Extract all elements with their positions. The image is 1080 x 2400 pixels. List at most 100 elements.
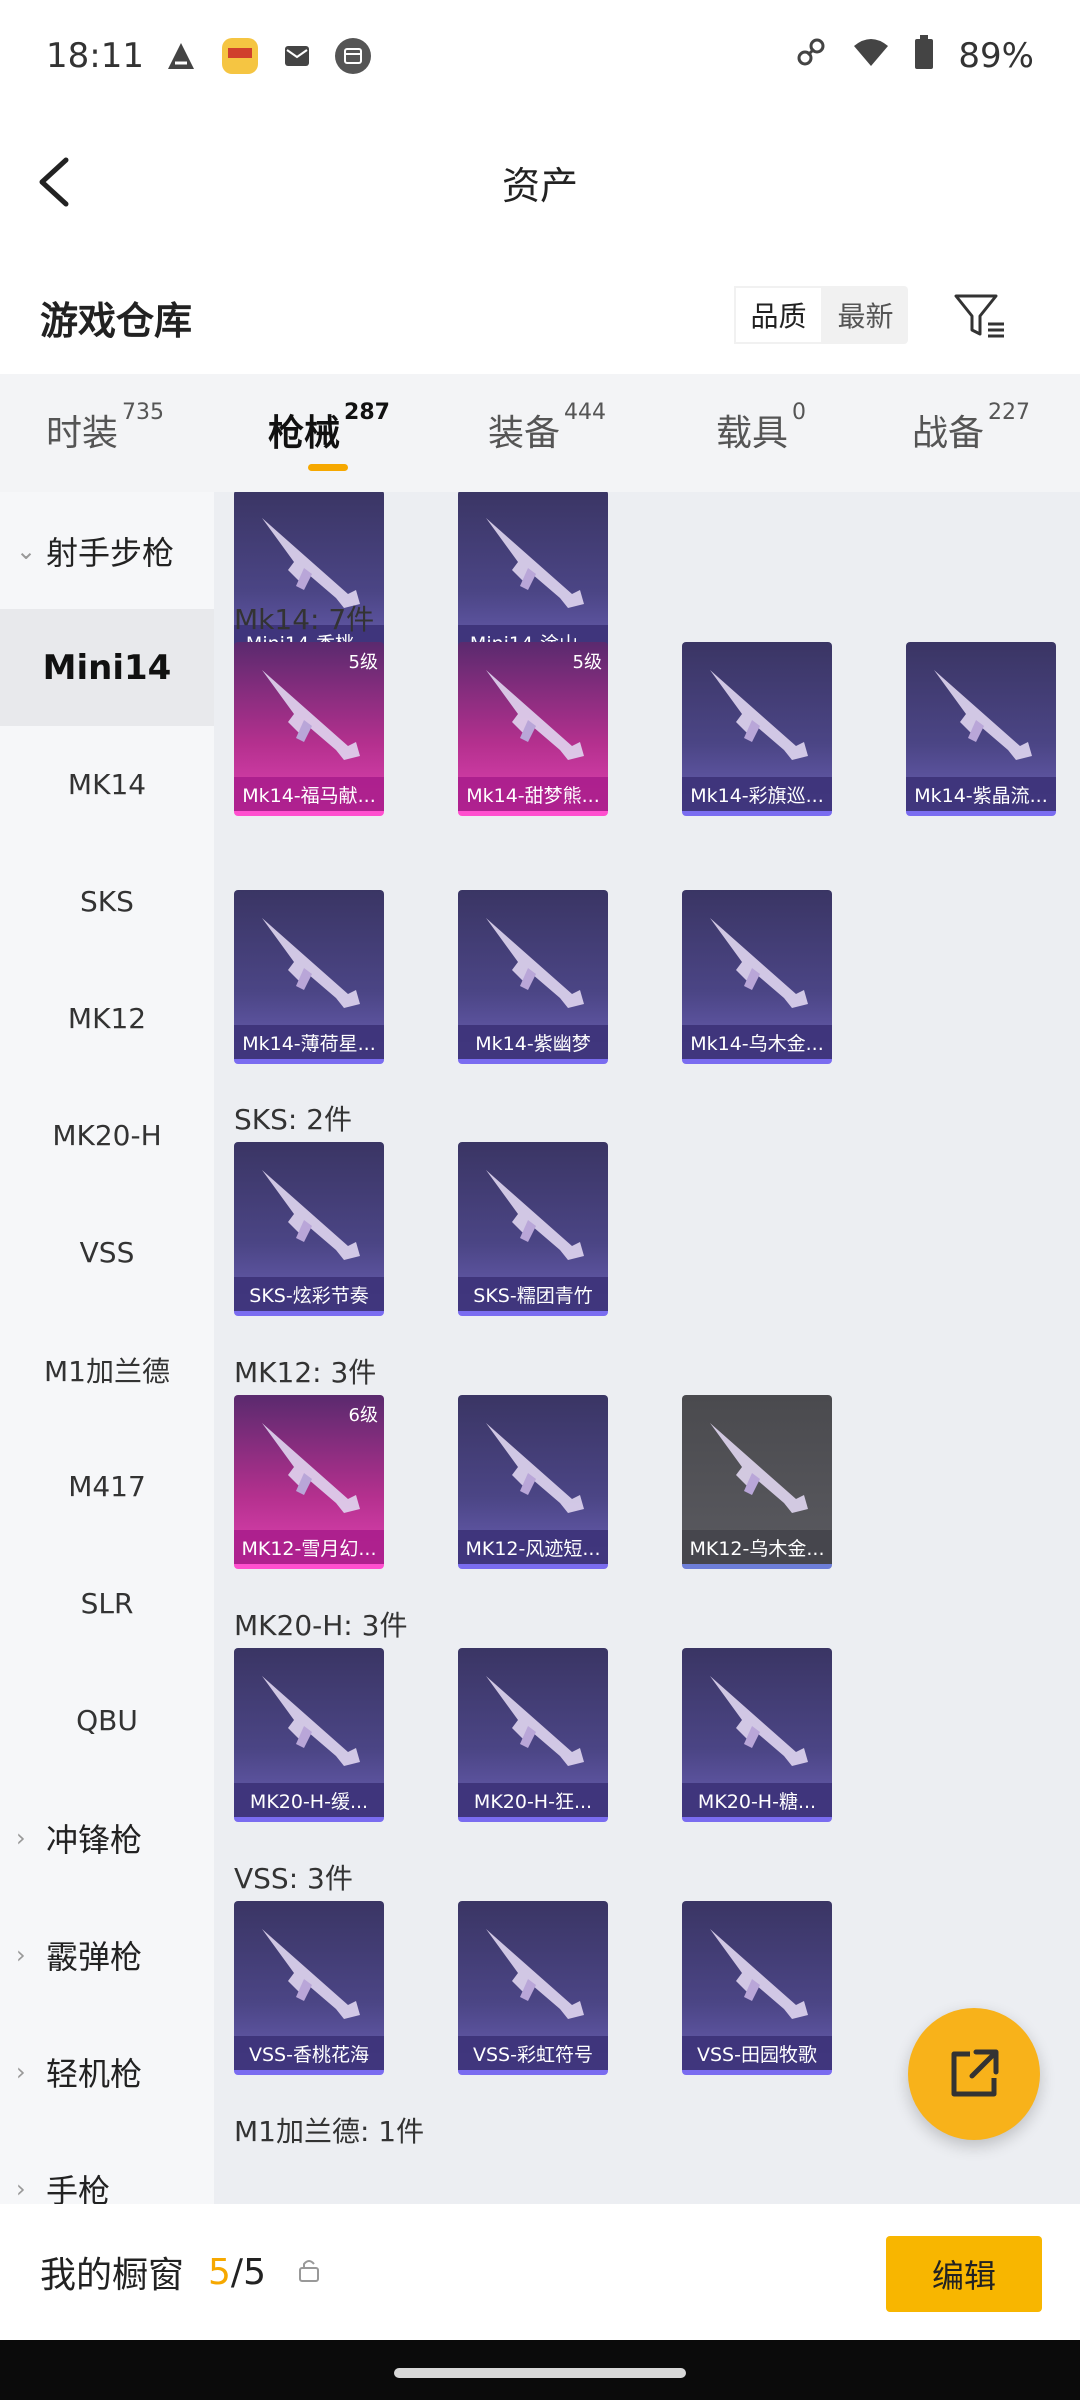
weapon-skin-name: MK12-雪月幻... xyxy=(234,1530,384,1564)
rifle-icon xyxy=(262,1423,360,1513)
tab-guns[interactable]: 枪械287 xyxy=(268,400,390,456)
weapon-skin-name: Mk14-甜梦熊... xyxy=(458,777,608,811)
tab-label: 装备 xyxy=(488,413,561,454)
chevron-right-icon: › xyxy=(16,1940,26,1969)
weapon-skin-card[interactable]: 5级 Mk14-甜梦熊... xyxy=(458,642,608,816)
sidebar-item-label: M417 xyxy=(68,1470,146,1503)
weapon-skin-name: SKS-炫彩节奏 xyxy=(234,1277,384,1311)
external-link-icon xyxy=(951,2049,999,2097)
weapon-skin-card[interactable]: MK12-风迹短... xyxy=(458,1395,608,1569)
sidebar-item-m417[interactable]: M417 xyxy=(0,1428,214,1545)
sidebar-item-label: 霰弹枪 xyxy=(46,1937,143,1976)
tab-fashion[interactable]: 时装735 xyxy=(46,400,164,456)
weapon-skin-card[interactable]: MK12-乌木金... xyxy=(682,1395,832,1569)
rifle-icon xyxy=(710,1423,808,1513)
sidebar-item-qbu[interactable]: QBU xyxy=(0,1662,214,1779)
rifle-icon xyxy=(710,918,808,1008)
sidebar-group-marksman[interactable]: ⌄ 射手步枪 xyxy=(0,492,214,609)
sort-toggle: 品质 最新 xyxy=(734,286,908,344)
weapon-skin-card[interactable]: Mk14-彩旗巡... xyxy=(682,642,832,816)
showcase-current-count: 5 xyxy=(208,2251,231,2293)
weapon-skin-name: VSS-彩虹符号 xyxy=(458,2036,608,2070)
weapon-skin-name: Mk14-紫幽梦 xyxy=(458,1025,608,1059)
weapon-skin-card[interactable]: SKS-糯团青竹 xyxy=(458,1142,608,1316)
weapon-skin-card[interactable]: 5级 Mk14-福马献... xyxy=(234,642,384,816)
weapon-skin-card[interactable]: Mini14-香桃... xyxy=(234,492,384,664)
weapon-skin-card[interactable]: MK20-H-缓... xyxy=(234,1648,384,1822)
rifle-icon xyxy=(486,1676,584,1766)
sidebar-item-mk20h[interactable]: MK20-H xyxy=(0,1077,214,1194)
rifle-icon xyxy=(486,1423,584,1513)
sidebar-item-sks[interactable]: SKS xyxy=(0,843,214,960)
sidebar-item-mini14[interactable]: Mini14 xyxy=(0,609,214,726)
weapon-skin-card[interactable]: Mini14-涂山... xyxy=(458,492,608,664)
sidebar-item-vss[interactable]: VSS xyxy=(0,1194,214,1311)
rifle-icon xyxy=(262,1676,360,1766)
weapon-skin-card[interactable]: MK20-H-糖... xyxy=(682,1648,832,1822)
link-icon xyxy=(794,35,828,78)
back-button[interactable] xyxy=(30,152,90,212)
sidebar-item-label: 冲锋枪 xyxy=(46,1820,143,1859)
weapon-skin-name: VSS-香桃花海 xyxy=(234,2036,384,2070)
rifle-icon xyxy=(710,670,808,760)
tab-count: 444 xyxy=(564,400,607,425)
tab-vehicles[interactable]: 载具0 xyxy=(716,400,806,456)
sidebar-item-label: MK14 xyxy=(67,768,147,801)
sort-latest-button[interactable]: 最新 xyxy=(823,286,908,344)
weapon-skin-name: SKS-糯团青竹 xyxy=(458,1277,608,1311)
weapon-skin-name: MK12-风迹短... xyxy=(458,1530,608,1564)
weapon-skin-name: Mk14-紫晶流... xyxy=(906,777,1056,811)
weapon-skin-card[interactable]: Mk14-紫幽梦 xyxy=(458,890,608,1064)
sidebar-item-label: 手枪 xyxy=(46,2171,111,2205)
section-label: VSS: 3件 xyxy=(234,1862,353,1895)
weapon-skin-card[interactable]: SKS-炫彩节奏 xyxy=(234,1142,384,1316)
rifle-icon xyxy=(710,1929,808,2019)
chevron-right-icon: › xyxy=(16,1823,26,1852)
weapon-sidebar: ⌄ 射手步枪 Mini14 MK14 SKS MK12 MK20-H VSS M1… xyxy=(0,492,214,2204)
edit-button[interactable]: 编辑 xyxy=(886,2236,1042,2312)
sidebar-item-label: QBU xyxy=(76,1704,138,1737)
sidebar-group-lmg[interactable]: › 轻机枪 xyxy=(0,2013,214,2130)
tab-equipment[interactable]: 装备444 xyxy=(488,400,606,456)
weapon-skin-card[interactable]: VSS-香桃花海 xyxy=(234,1901,384,2075)
rifle-icon xyxy=(710,1676,808,1766)
status-time: 18:11 xyxy=(46,36,144,76)
rifle-icon xyxy=(486,518,584,608)
sidebar-group-pistol[interactable]: › 手枪 xyxy=(0,2130,214,2205)
sidebar-group-shotgun[interactable]: › 霰弹枪 xyxy=(0,1896,214,2013)
sidebar-item-mk14[interactable]: MK14 xyxy=(0,726,214,843)
sidebar-item-label: SLR xyxy=(80,1587,134,1620)
tab-combat-gear[interactable]: 战备227 xyxy=(912,400,1030,456)
rifle-icon xyxy=(934,670,1032,760)
rifle-icon xyxy=(486,1929,584,2019)
weapon-skin-card[interactable]: Mk14-紫晶流... xyxy=(906,642,1056,816)
a-notification-icon xyxy=(164,39,198,73)
weapon-skin-card[interactable]: 6级 MK12-雪月幻... xyxy=(234,1395,384,1569)
filter-button[interactable] xyxy=(948,284,1012,348)
warehouse-label: 游戏仓库 xyxy=(40,298,193,343)
sidebar-item-label: 射手步枪 xyxy=(46,533,175,572)
sidebar-item-label: M1加兰德 xyxy=(44,1354,170,1388)
share-button[interactable] xyxy=(908,2008,1040,2140)
sidebar-item-slr[interactable]: SLR xyxy=(0,1545,214,1662)
sidebar-item-m1-garand[interactable]: M1加兰德 xyxy=(0,1311,214,1428)
tab-count: 287 xyxy=(344,400,390,425)
tab-count: 735 xyxy=(122,400,165,425)
weapon-skin-card[interactable]: Mk14-乌木金... xyxy=(682,890,832,1064)
tab-label: 载具 xyxy=(716,413,789,454)
weapon-skin-card[interactable]: VSS-彩虹符号 xyxy=(458,1901,608,2075)
weapon-skin-card[interactable]: MK20-H-狂... xyxy=(458,1648,608,1822)
rifle-icon xyxy=(262,1929,360,2019)
system-nav-bar xyxy=(0,2340,1080,2400)
sort-quality-button[interactable]: 品质 xyxy=(734,286,823,344)
sidebar-group-smg[interactable]: › 冲锋枪 xyxy=(0,1779,214,1896)
weapon-skin-card[interactable]: VSS-田园牧歌 xyxy=(682,1901,832,2075)
home-gesture-handle[interactable] xyxy=(394,2368,686,2378)
sidebar-item-label: 轻机枪 xyxy=(46,2054,143,2093)
warehouse-header: 游戏仓库 品质 最新 xyxy=(0,262,1080,372)
tab-label: 枪械 xyxy=(268,413,341,454)
page-title: 资产 xyxy=(501,163,578,208)
chevron-right-icon: › xyxy=(16,2174,26,2203)
weapon-skin-card[interactable]: Mk14-薄荷星... xyxy=(234,890,384,1064)
sidebar-item-mk12[interactable]: MK12 xyxy=(0,960,214,1077)
